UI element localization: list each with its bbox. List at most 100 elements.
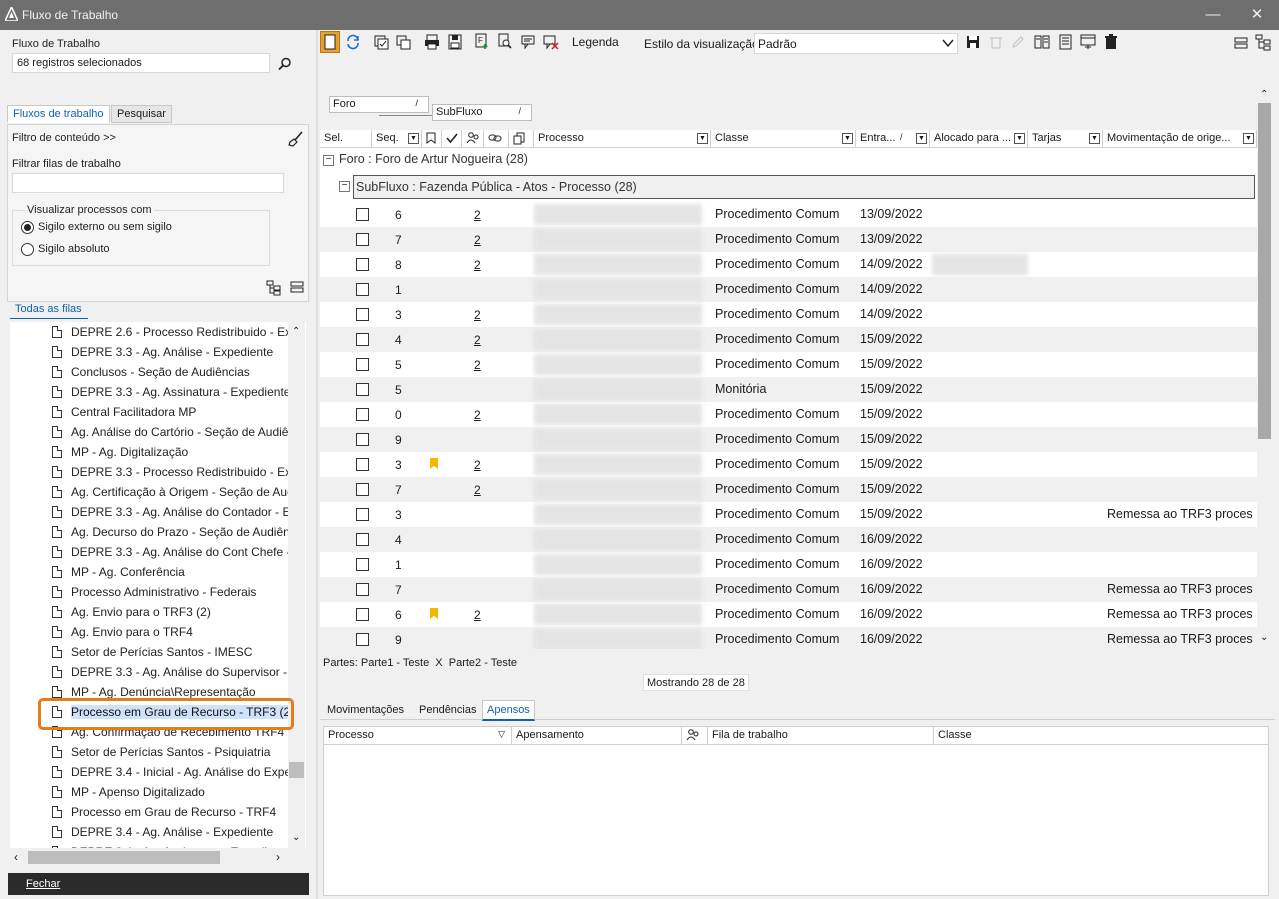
bcol-fila[interactable]: Fila de trabalho [708,727,934,745]
queue-item[interactable]: MP - Apenso Digitalizado [10,782,290,802]
col-alocado-dropdown-icon[interactable]: ▼ [1014,133,1025,144]
queue-item[interactable]: DEPRE 3.3 - Ag. Análise do Contador - Ex [10,502,290,522]
tree-horizontal-scrollbar[interactable]: ‹ › [10,849,288,866]
grid-scroll-up-icon[interactable]: ⌃ [1260,89,1268,100]
col-seq-dropdown-icon[interactable]: ▼ [408,133,419,144]
table-row[interactable]: 5 Monitória 15/09/2022 [320,377,1257,402]
row-apensos-link[interactable]: 2 [474,358,481,372]
row-apensos-link[interactable]: 2 [474,608,481,622]
col-processo[interactable]: Processo ▼ [534,130,711,148]
tab-fluxos[interactable]: Fluxos de trabalho [7,105,110,123]
radio-sigilo-externo[interactable] [21,221,34,234]
scroll-down-icon[interactable]: ⌄ [292,832,300,843]
compare-icon[interactable] [1034,34,1050,50]
queue-item[interactable]: Conclusos - Seção de Audiências [10,362,290,382]
grid-vertical-scrollbar[interactable]: ⌃ ⌄ [1257,88,1272,648]
col-movimentacao-dropdown-icon[interactable]: ▼ [1243,133,1254,144]
grid-scroll-down-icon[interactable]: ⌄ [1260,632,1268,643]
save-icon[interactable] [966,35,980,49]
select-all-icon[interactable] [374,35,389,50]
scroll-up-icon[interactable]: ⌃ [292,326,300,337]
row-checkbox[interactable] [356,533,369,546]
queue-item[interactable]: DEPRE 3.3 - Ag. Análise do Cont Chefe - … [10,542,290,562]
scroll-left-icon[interactable]: ‹ [14,850,18,864]
table-row[interactable]: 4 2 Procedimento Comum 15/09/2022 [320,327,1257,352]
bcol-apensamento[interactable]: Apensamento [512,727,682,745]
group-chip-foro[interactable]: Foro / [329,96,429,113]
expand-all-icon[interactable] [1255,34,1272,51]
bcol-classe[interactable]: Classe [934,727,1268,745]
tab-apensos[interactable]: Apensos [482,700,535,721]
estilo-select[interactable]: Padrão [754,33,958,54]
bcol-processo[interactable]: Processo ▽ [324,727,512,745]
queue-item[interactable]: DEPRE 3.4 - Ag. Análise - Expediente [10,822,290,842]
group-chip-subfluxo[interactable]: SubFluxo / [432,104,532,121]
col-classe-dropdown-icon[interactable]: ▼ [842,133,853,144]
tree-hscroll-thumb[interactable] [28,851,220,864]
table-row[interactable]: 7 2 Procedimento Comum 13/09/2022 [320,227,1257,252]
queue-item[interactable]: Ag. Envio para o TRF3 (2) [10,602,290,622]
close-button[interactable]: ✕ [1247,5,1267,25]
comment-icon[interactable] [521,35,536,49]
table-row[interactable]: 6 2 Procedimento Comum 16/09/2022 Remessa ao… [320,602,1257,627]
queue-item[interactable]: Ag. Análise do Cartório - Seção de Audiê… [10,422,290,442]
col-processo-dropdown-icon[interactable]: ▼ [697,133,708,144]
row-checkbox[interactable] [356,583,369,596]
queue-item[interactable]: MP - Ag. Digitalização [10,442,290,462]
col-sel[interactable]: Sel. [320,130,372,148]
row-checkbox[interactable] [356,508,369,521]
tree-collapse-icon[interactable] [290,280,304,294]
row-checkbox[interactable] [356,308,369,321]
list-document-icon[interactable] [1058,34,1073,50]
col-entrada-dropdown-icon[interactable]: ▼ [916,133,927,144]
table-row[interactable]: 9 Procedimento Comum 15/09/2022 [320,427,1257,452]
brush-icon[interactable] [288,131,304,147]
queue-item[interactable]: DEPRE 2.6 - Processo Redistribuido - Exp… [10,322,290,342]
tab-movimentacoes[interactable]: Movimentações [327,704,404,716]
row-apensos-link[interactable]: 2 [474,408,481,422]
collapse-foro-icon[interactable]: − [323,155,334,166]
row-apensos-link[interactable]: 2 [474,458,481,472]
row-checkbox[interactable] [356,633,369,646]
radio-sigilo-absoluto[interactable] [21,243,34,256]
col-tarjas-dropdown-icon[interactable]: ▼ [1089,133,1100,144]
print-icon[interactable] [424,34,440,50]
delete-comment-icon[interactable] [543,35,559,50]
scroll-right-icon[interactable]: › [276,850,280,864]
tree-vertical-scrollbar[interactable]: ⌃ ⌄ [288,322,305,848]
toolbar-active-button[interactable] [320,31,340,53]
table-row[interactable]: 3 2 Procedimento Comum 14/09/2022 [320,302,1257,327]
tree-scroll-thumb[interactable] [289,762,304,778]
table-row[interactable]: 3 Procedimento Comum 15/09/2022 Remessa ao … [320,502,1257,527]
table-row[interactable]: 4 Procedimento Comum 16/09/2022 [320,527,1257,552]
queue-item[interactable]: DEPRE 3.3 - Ag. Análise - Expediente [10,342,290,362]
row-apensos-link[interactable]: 2 [474,258,481,272]
row-apensos-link[interactable]: 2 [474,483,481,497]
row-checkbox[interactable] [356,233,369,246]
group-row-foro[interactable]: − Foro : Foro de Artur Nogueira (28) [320,148,1257,172]
table-row[interactable]: 6 2 Procedimento Comum 13/09/2022 [320,202,1257,227]
grid-scroll-thumb[interactable] [1258,103,1271,439]
bcol-people[interactable] [682,727,708,745]
table-row[interactable]: 3 2 Procedimento Comum 15/09/2022 [320,452,1257,477]
col-attachments[interactable] [509,130,534,148]
table-row[interactable]: 8 2 Procedimento Comum 14/09/2022 [320,252,1257,277]
search-icon[interactable] [278,57,292,71]
queue-item[interactable]: DEPRE 3.3 - Ag. Assinatura - Expediente [10,382,290,402]
splitter[interactable] [316,30,318,899]
queue-item[interactable]: Ag. Envio para o TRF4 [10,622,290,642]
collapse-subfluxo-icon[interactable]: − [339,181,350,192]
queue-item[interactable]: DEPRE 3.4 - Inicial - Ag. Análise do Exp… [10,762,290,782]
table-row[interactable]: 9 Procedimento Comum 16/09/2022 Remessa ao … [320,627,1257,649]
row-apensos-link[interactable]: 2 [474,233,481,247]
table-row[interactable]: 7 2 Procedimento Comum 15/09/2022 [320,477,1257,502]
col-seq[interactable]: Seq. ▼ [372,130,422,148]
tree-expand-icon[interactable] [266,280,282,296]
col-link[interactable] [484,130,509,148]
queue-item[interactable]: MP - Ag. Conferência [10,562,290,582]
legenda-button[interactable]: Legenda [572,35,619,49]
search-document-icon[interactable] [497,33,513,50]
col-tarjas[interactable]: Tarjas ▼ [1028,130,1103,148]
queue-item[interactable]: DEPRE 3.3 - Processo Redistribuido - Exp… [10,462,290,482]
col-entrada[interactable]: Entra... / ▼ [856,130,930,148]
